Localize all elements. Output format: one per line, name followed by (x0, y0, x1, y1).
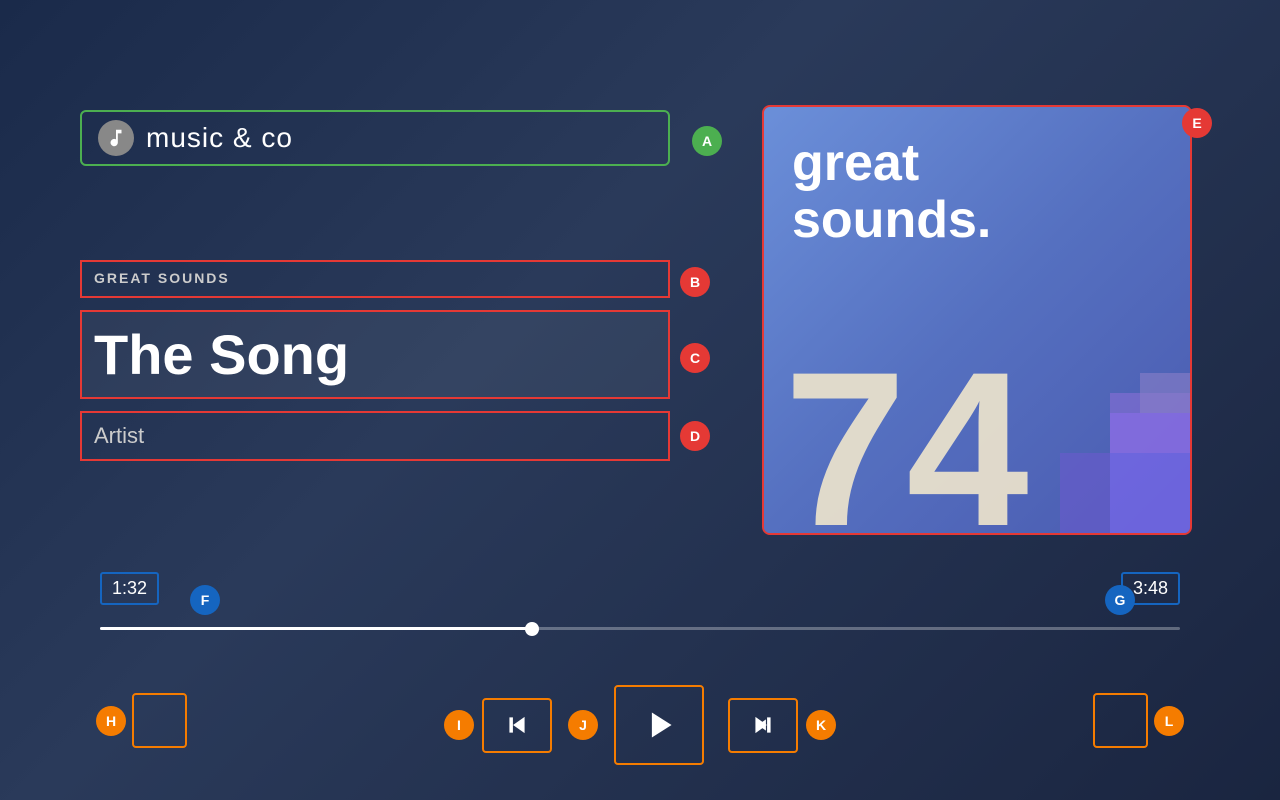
badge-k: K (806, 710, 836, 740)
search-box[interactable]: music & co (80, 110, 670, 166)
controls-center: I J K (444, 685, 836, 765)
next-icon (749, 711, 777, 739)
badge-c: C (680, 343, 710, 373)
song-title-box: The Song (80, 310, 670, 399)
album-number: 74 (764, 356, 1029, 535)
badge-j: J (568, 710, 598, 740)
badge-h: H (96, 706, 126, 736)
prev-button[interactable] (482, 698, 552, 753)
album-title: greatsounds. (764, 107, 1190, 249)
prev-icon (503, 711, 531, 739)
song-info: GREAT SOUNDS B The Song C Artist D (80, 260, 720, 461)
album-art-inner: greatsounds. 74 (764, 107, 1190, 533)
right-extra-button[interactable] (1093, 693, 1148, 748)
time-current: 1:32 (100, 572, 159, 605)
album-art: greatsounds. 74 (762, 105, 1192, 535)
badge-i: I (444, 710, 474, 740)
app-title: music & co (146, 122, 293, 154)
right-btn-group: L (1093, 693, 1184, 748)
badge-e: E (1182, 108, 1212, 138)
badge-b: B (680, 267, 710, 297)
left-btn-group: H (96, 693, 187, 748)
play-icon (640, 706, 678, 744)
search-area: music & co (80, 110, 670, 166)
album-number-area: 74 (764, 356, 1190, 535)
badge-f: F (190, 585, 220, 615)
badge-g: G (1105, 585, 1135, 615)
next-button[interactable] (728, 698, 798, 753)
genre-box: GREAT SOUNDS (80, 260, 670, 298)
artist-text: Artist (94, 423, 144, 448)
left-extra-button[interactable] (132, 693, 187, 748)
music-icon (98, 120, 134, 156)
badge-a: A (692, 126, 722, 156)
music-note-icon (105, 127, 127, 149)
progress-thumb (525, 622, 539, 636)
song-title: The Song (94, 323, 349, 386)
progress-fill (100, 627, 532, 630)
play-button[interactable] (614, 685, 704, 765)
progress-track[interactable] (100, 627, 1180, 630)
genre-text: GREAT SOUNDS (94, 270, 230, 286)
artist-box: Artist (80, 411, 670, 461)
badge-l: L (1154, 706, 1184, 736)
progress-area[interactable] (100, 627, 1180, 630)
badge-d: D (680, 421, 710, 451)
